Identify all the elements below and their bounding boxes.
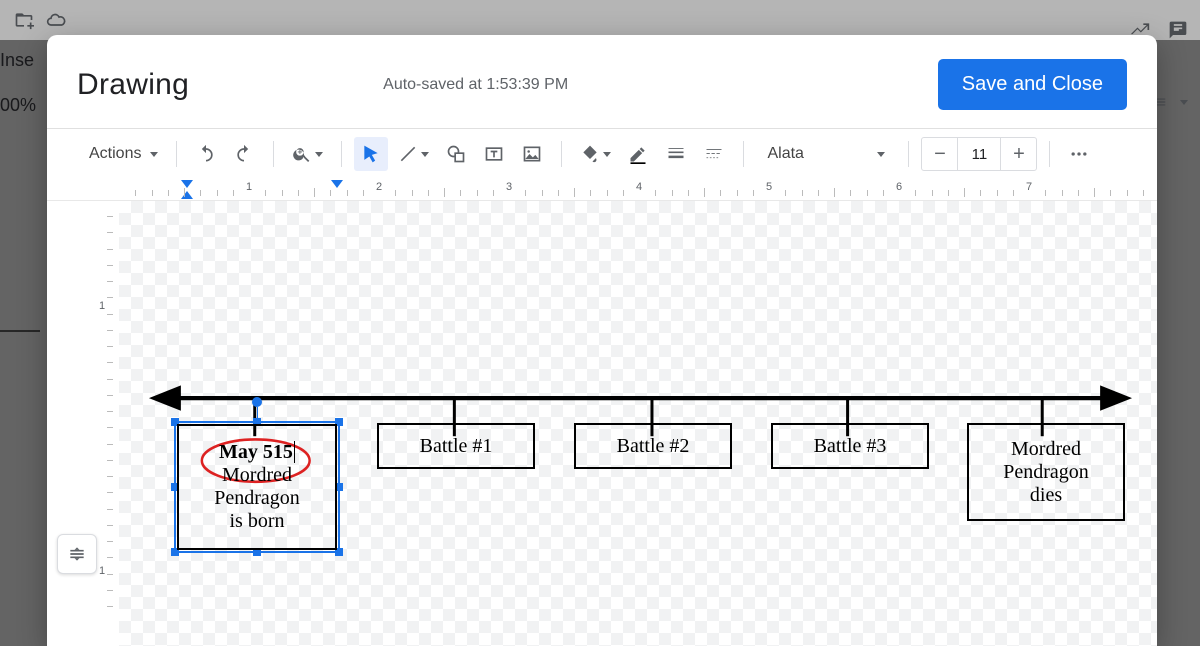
line-dash-icon	[704, 144, 724, 164]
dropdown-caret-icon	[150, 152, 158, 157]
redo-button[interactable]	[227, 137, 261, 171]
dropdown-caret-icon	[877, 152, 885, 157]
ruler-number: 4	[636, 181, 642, 193]
line-weight-icon	[666, 144, 686, 164]
left-indent-marker[interactable]	[181, 191, 193, 199]
box5-line3: dies	[1030, 484, 1062, 507]
more-horizontal-icon	[1069, 144, 1089, 164]
autosave-status: Auto-saved at 1:53:39 PM	[213, 76, 914, 94]
box5-line1: Mordred	[1011, 438, 1081, 461]
save-and-close-button[interactable]: Save and Close	[938, 59, 1127, 110]
font-size-control: − +	[921, 137, 1037, 171]
box5-line2: Pendragon	[1003, 461, 1089, 484]
drawing-dialog: Drawing Auto-saved at 1:53:39 PM Save an…	[47, 35, 1157, 646]
vruler-number: 1	[99, 300, 105, 312]
textbox-icon	[484, 144, 504, 164]
font-name-label: Alata	[767, 145, 803, 163]
box2-label: Battle #1	[420, 435, 493, 458]
font-size-decrease[interactable]: −	[922, 138, 958, 170]
textbox-tool[interactable]	[477, 137, 511, 171]
timeline-box-3[interactable]: Battle #2	[574, 423, 732, 469]
line-icon	[398, 144, 418, 164]
box1-line2: Pendragon	[214, 487, 300, 510]
horizontal-ruler[interactable]: 1 2 3 4 5 6 7	[47, 179, 1157, 201]
border-dash-button[interactable]	[697, 137, 731, 171]
ruler-number: 5	[766, 181, 772, 193]
timeline-box-2[interactable]: Battle #1	[377, 423, 535, 469]
paint-bucket-icon	[580, 144, 600, 164]
cursor-icon	[361, 144, 381, 164]
ruler-number: 3	[506, 181, 512, 193]
ruler-number: 1	[246, 181, 252, 193]
image-icon	[522, 144, 542, 164]
vruler-number: 1	[99, 565, 105, 577]
box1-title[interactable]: May 515	[219, 441, 295, 463]
dropdown-caret-icon	[421, 152, 429, 157]
font-family-select[interactable]: Alata	[756, 140, 896, 168]
font-size-increase[interactable]: +	[1000, 138, 1036, 170]
dialog-title: Drawing	[77, 68, 189, 102]
timeline-box-4[interactable]: Battle #3	[771, 423, 929, 469]
shape-icon	[446, 144, 466, 164]
first-line-indent-marker[interactable]	[181, 180, 193, 188]
zoom-menu[interactable]	[286, 137, 329, 171]
fill-color-button[interactable]	[574, 137, 617, 171]
undo-icon	[196, 144, 216, 164]
adjust-icon	[67, 544, 87, 564]
line-tool[interactable]	[392, 137, 435, 171]
select-tool[interactable]	[354, 137, 388, 171]
pencil-underline-icon	[628, 144, 648, 164]
undo-button[interactable]	[189, 137, 223, 171]
font-size-input[interactable]	[958, 138, 1000, 170]
actions-label: Actions	[83, 145, 147, 163]
timeline-box-1[interactable]: May 515 Mordred Pendragon is born	[177, 424, 337, 550]
box1-line1: Mordred	[222, 464, 292, 487]
ruler-number: 6	[896, 181, 902, 193]
dropdown-caret-icon	[315, 152, 323, 157]
border-weight-button[interactable]	[659, 137, 693, 171]
more-options-button[interactable]	[1062, 137, 1096, 171]
ruler-number: 2	[376, 181, 382, 193]
redo-icon	[234, 144, 254, 164]
shape-tool[interactable]	[439, 137, 473, 171]
drawing-toolbar: Actions Alata	[47, 129, 1157, 179]
explore-button[interactable]	[57, 534, 97, 574]
image-tool[interactable]	[515, 137, 549, 171]
actions-menu[interactable]: Actions	[77, 137, 164, 171]
box1-line3: is born	[230, 510, 285, 533]
vertical-ruler[interactable]: 11	[93, 201, 119, 646]
box4-label: Battle #3	[814, 435, 887, 458]
box3-label: Battle #2	[617, 435, 690, 458]
rotation-handle[interactable]	[252, 397, 262, 407]
zoom-icon	[292, 144, 312, 164]
timeline-box-5[interactable]: Mordred Pendragon dies	[967, 423, 1125, 521]
dropdown-caret-icon	[603, 152, 611, 157]
right-indent-marker[interactable]	[331, 180, 343, 188]
border-color-button[interactable]	[621, 137, 655, 171]
drawing-canvas-container: 11	[47, 201, 1157, 646]
ruler-number: 7	[1026, 181, 1032, 193]
